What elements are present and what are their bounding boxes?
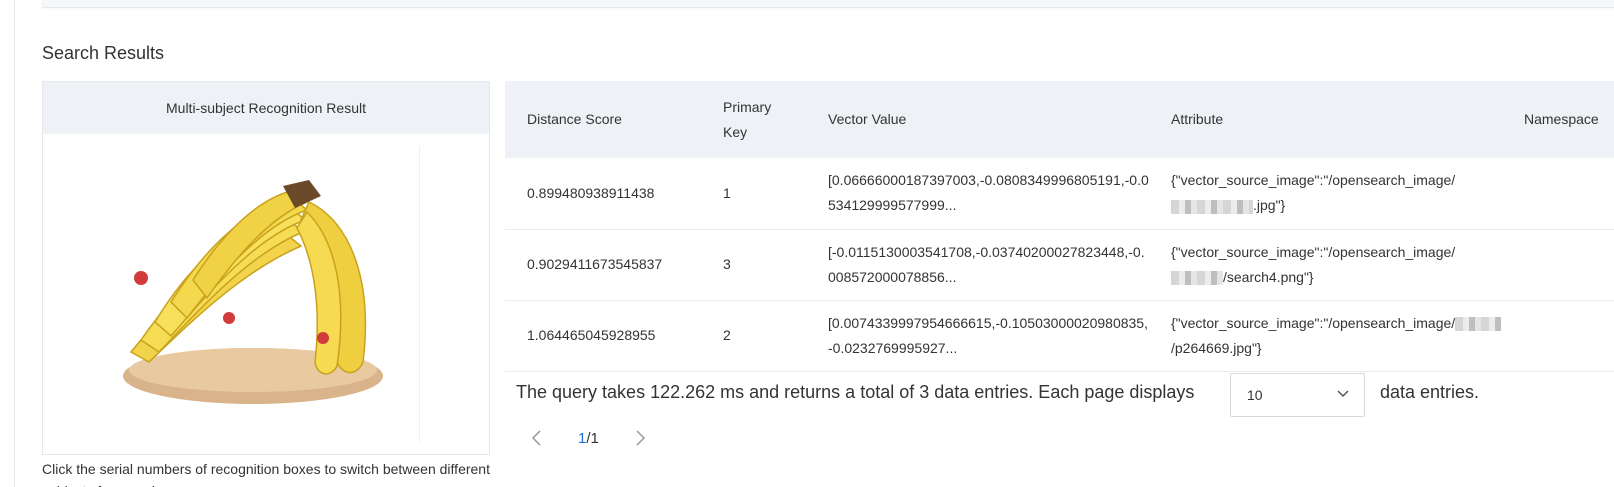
page-size-select[interactable]: 10: [1230, 373, 1365, 417]
pagination-current[interactable]: 1: [578, 430, 586, 447]
cell-namespace: [1502, 229, 1614, 300]
attribute-suffix: /p264669.jpg"}: [1171, 339, 1262, 356]
redacted-block: [1171, 199, 1253, 214]
attribute-prefix: {"vector_source_image":"/opensearch_imag…: [1171, 314, 1456, 331]
top-panel-edge: [42, 0, 1614, 8]
attribute-suffix: .jpg"}: [1253, 197, 1286, 214]
chevron-left-icon[interactable]: [530, 429, 544, 447]
cell-primary-key: 3: [723, 256, 731, 272]
redacted-block: [1171, 270, 1223, 285]
image-edge-line: [419, 146, 420, 442]
attribute-prefix: {"vector_source_image":"/opensearch_imag…: [1171, 243, 1456, 260]
cell-vector-value: [-0.0115130003541708,-0.0374020002782344…: [828, 243, 1145, 285]
table-row: 0.899480938911438 1 [0.06666000187397003…: [505, 158, 1614, 229]
results-table: Distance Score Primary Key Vector Value …: [505, 81, 1614, 372]
query-summary: The query takes 122.262 ms and returns a…: [516, 382, 1195, 402]
table-header-row: Distance Score Primary Key Vector Value …: [505, 81, 1614, 158]
cell-attribute: {"vector_source_image":"/opensearch_imag…: [1149, 158, 1502, 229]
cell-vector-value: [0.06666000187397003,-0.0808349996805191…: [828, 172, 1149, 214]
cell-vector-value: [0.0074339997954666615,-0.10503000020980…: [828, 314, 1148, 356]
recognition-image[interactable]: [43, 134, 489, 454]
header-primary-key-label: Primary Key: [723, 98, 772, 140]
header-primary-key: Primary Key: [701, 81, 806, 158]
pagination: 1/1: [530, 426, 647, 450]
header-vector-value: Vector Value: [828, 111, 907, 127]
cell-distance-score: 0.9029411673545837: [527, 256, 663, 272]
header-namespace: Namespace: [1524, 111, 1599, 127]
results-table-wrap: Distance Score Primary Key Vector Value …: [505, 81, 1614, 372]
cell-attribute: {"vector_source_image":"/opensearch_imag…: [1149, 300, 1502, 371]
header-distance-score: Distance Score: [527, 111, 622, 127]
attribute-suffix: /search4.png"}: [1223, 268, 1314, 285]
pagination-total: /1: [586, 429, 599, 447]
cell-primary-key: 1: [723, 184, 731, 201]
page-left-rule: [14, 0, 15, 487]
chevron-down-icon: [1337, 390, 1349, 398]
cell-primary-key: 2: [723, 327, 731, 343]
cell-attribute: {"vector_source_image":"/opensearch_imag…: [1149, 229, 1502, 300]
table-row: 0.9029411673545837 3 [-0.011513000354170…: [505, 229, 1614, 300]
cell-namespace: [1502, 158, 1614, 229]
banana-bunch-image: [123, 180, 383, 404]
redacted-block: [1455, 316, 1502, 331]
recognition-header: Multi-subject Recognition Result: [43, 82, 489, 134]
recognition-hint: Click the serial numbers of recognition …: [42, 461, 490, 487]
recognition-panel: Multi-subject Recognition Result: [42, 81, 490, 455]
section-title: Search Results: [42, 43, 165, 63]
attribute-prefix: {"vector_source_image":"/opensearch_imag…: [1171, 172, 1456, 189]
page-size-value: 10: [1247, 387, 1263, 403]
cell-namespace: [1502, 300, 1614, 371]
cell-distance-score: 0.899480938911438: [527, 184, 655, 201]
page-size-suffix: data entries.: [1380, 382, 1480, 402]
table-row: 1.064465045928955 2 [0.00743399979546666…: [505, 300, 1614, 371]
chevron-right-icon[interactable]: [633, 429, 647, 447]
cell-distance-score: 1.064465045928955: [527, 327, 656, 343]
header-attribute: Attribute: [1171, 111, 1224, 127]
